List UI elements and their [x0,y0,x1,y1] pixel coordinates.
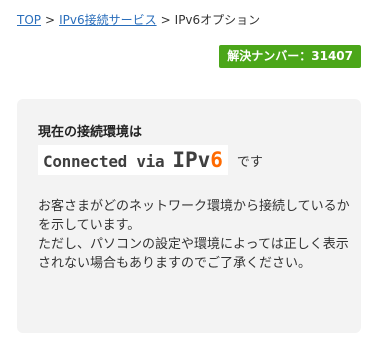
breadcrumb-current: IPv6オプション [174,13,261,27]
breadcrumb-link-top[interactable]: TOP [17,13,41,27]
ipv-text: IPv [172,148,211,172]
connection-status-title: 現在の接続環境は [38,125,143,140]
connected-via-text: Connected via [43,152,165,171]
solution-number-badge: 解決ナンバー：31407 [219,45,361,68]
connection-status-card: 現在の接続環境は Connected via IPv 6 です お客さまがどのネッ… [17,99,361,333]
connection-suffix: です [236,154,263,170]
breadcrumb-link-ipv6-service[interactable]: IPv6接続サービス [59,13,157,27]
description-paragraph: ただし、パソコンの設定や環境によっては正しく表示されない場合もありますのでご了承… [38,237,349,271]
breadcrumb: TOP > IPv6接続サービス > IPv6オプション [17,12,260,28]
connection-status-row: Connected via IPv 6 です [38,145,263,175]
breadcrumb-separator: > [45,13,56,27]
breadcrumb-separator: > [160,13,171,27]
connected-via-ipv6-logo: Connected via IPv 6 [38,145,228,175]
ipv6-six-digit: 6 [210,148,223,172]
connection-description: お客さまがどのネットワーク環境から接続しているかを示しています。 ただし、パソコ… [38,197,350,273]
description-paragraph: お客さまがどのネットワーク環境から接続しているかを示しています。 [38,199,350,233]
